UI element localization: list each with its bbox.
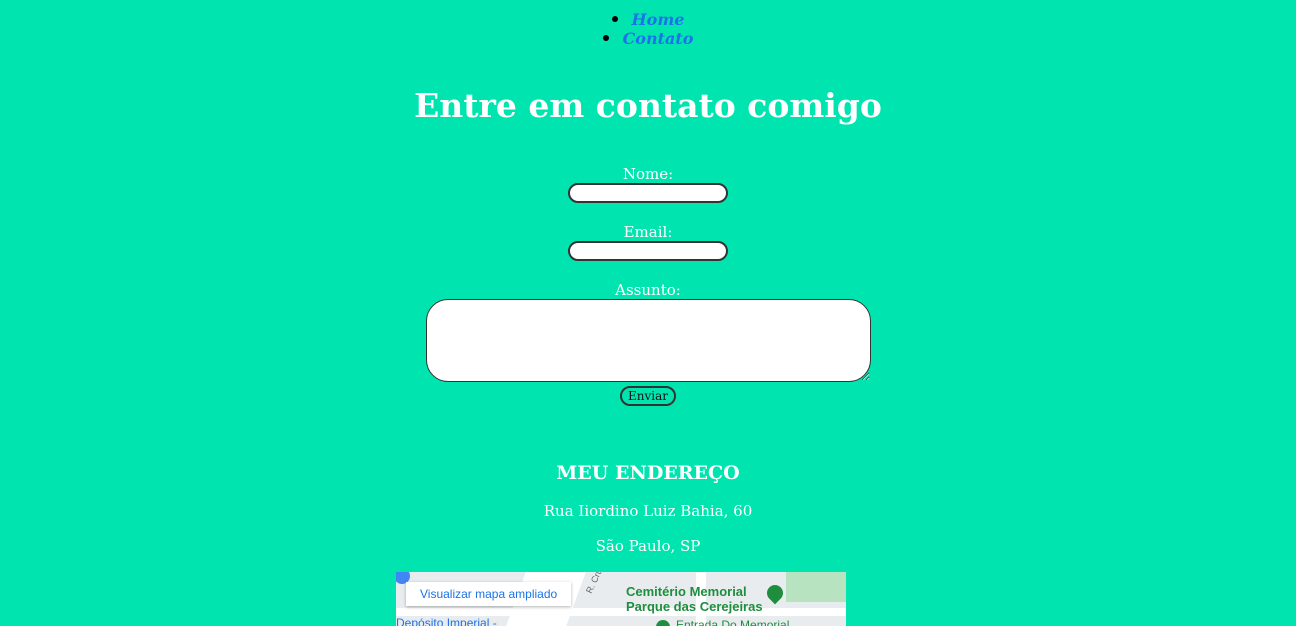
map-road (396, 608, 846, 616)
address-city: São Paulo, SP (595, 537, 701, 555)
cemetery-pin-icon (763, 581, 787, 605)
map-poi-label: Cemitério Memorial Parque das Cerejeiras (626, 584, 763, 614)
address-section: MEU ENDEREÇO Rua Iiordino Luiz Bahia, 60… (0, 462, 1296, 572)
nav-list: Home Contato (0, 10, 1296, 48)
nav-item-home: Home (0, 10, 1296, 29)
page-title: Entre em contato comigo (414, 86, 882, 125)
bullet-icon (602, 34, 609, 41)
email-label: Email: (623, 223, 673, 241)
nav-link-contato[interactable]: Contato (623, 29, 694, 48)
map-poi-line1: Cemitério Memorial (626, 584, 747, 599)
name-input[interactable] (568, 183, 728, 203)
map-street-label: R. Cru (583, 572, 605, 595)
subject-label: Assunto: (615, 281, 681, 299)
map-park (786, 572, 846, 602)
subject-textarea[interactable] (425, 299, 871, 382)
bullet-icon (611, 15, 618, 22)
email-input[interactable] (568, 241, 728, 261)
map-place-label: Depósito Imperial - (396, 616, 497, 626)
place-pin-icon (656, 620, 670, 626)
nav-link-home[interactable]: Home (632, 10, 685, 29)
nav-item-contato: Contato (0, 29, 1296, 48)
map-poi-line2: Parque das Cerejeiras (626, 599, 763, 614)
contact-form: Nome: Email: Assunto: Enviar (0, 165, 1296, 406)
map-place-label-2: Entrada Do Memorial (676, 618, 790, 626)
name-label: Nome: (622, 165, 674, 183)
view-larger-map-link[interactable]: Visualizar mapa ampliado (406, 582, 572, 606)
address-street: Rua Iiordino Luiz Bahia, 60 (543, 502, 753, 520)
address-heading: MEU ENDEREÇO (556, 462, 740, 484)
embedded-map[interactable]: R. Cru Visualizar mapa ampliado Cemitéri… (396, 572, 846, 626)
submit-button[interactable]: Enviar (620, 386, 676, 406)
main-nav: Home Contato (0, 10, 1296, 48)
